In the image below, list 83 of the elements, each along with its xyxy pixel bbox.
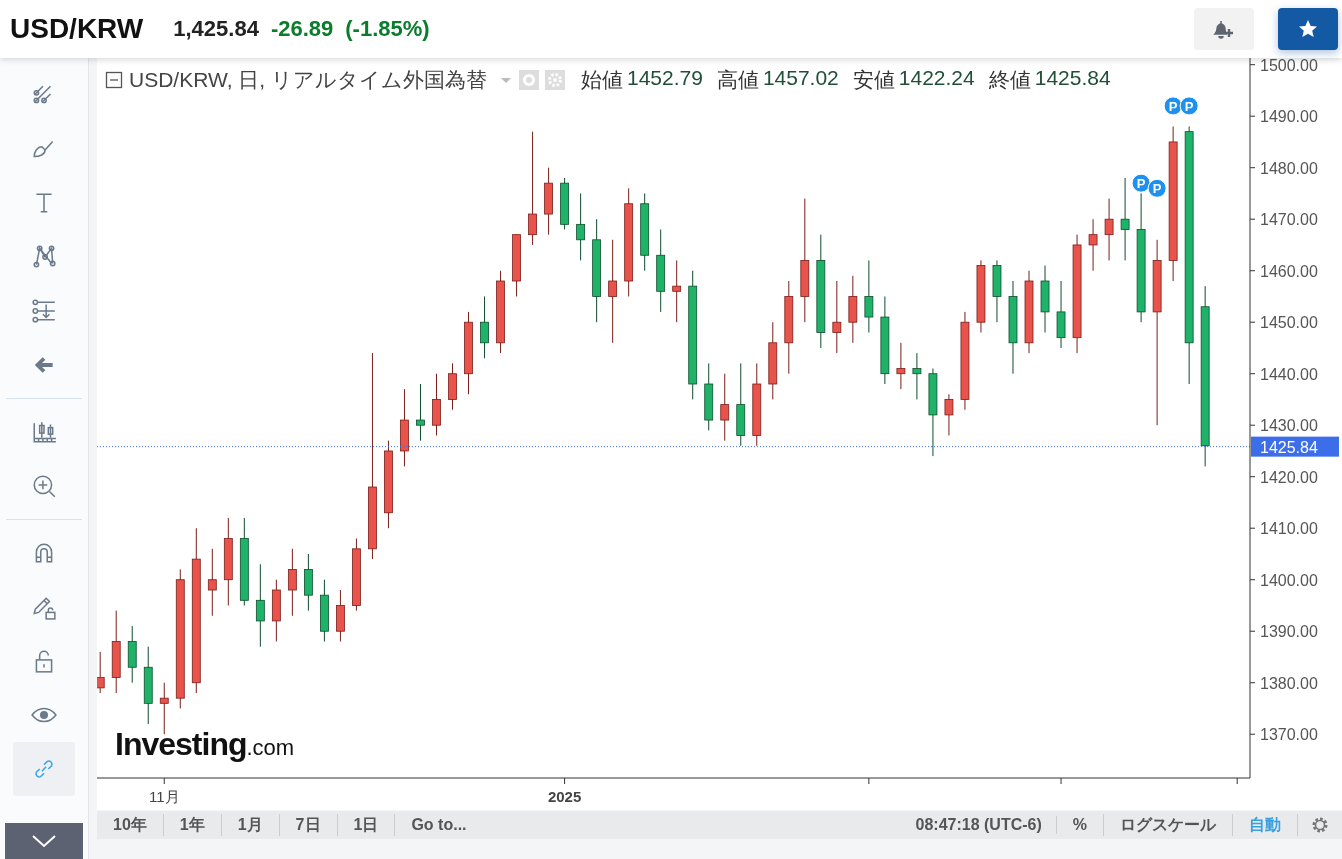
range-button[interactable]: 1年	[163, 814, 222, 836]
candlestick	[271, 579, 281, 642]
candlestick	[672, 259, 682, 323]
last-price-label: 1425.84	[1251, 436, 1339, 457]
axis-tick-label: 1410.00	[1260, 520, 1318, 538]
pattern-tool-icon	[31, 244, 57, 270]
ohlc-label: 終値	[988, 67, 1031, 93]
candlestick	[544, 167, 553, 236]
change-percent: (-1.85%)	[345, 16, 430, 42]
measure-tool-icon	[31, 298, 57, 324]
candlestick	[720, 373, 730, 442]
candlestick-ruler-icon	[31, 419, 57, 445]
candlestick	[576, 192, 585, 261]
price-value: 1,425.84	[173, 16, 259, 42]
candlestick	[207, 548, 217, 617]
axis-tick-label: 1400.00	[1260, 571, 1318, 589]
expand-toolbar-button[interactable]	[5, 823, 83, 859]
candlestick	[336, 589, 345, 642]
axis-tick-label: 2025	[547, 788, 582, 805]
axis-tick-label: 1490.00	[1260, 108, 1318, 126]
candlestick	[944, 393, 954, 436]
symbol-title: USD/KRW	[10, 13, 144, 45]
bell-plus-icon	[1213, 18, 1235, 40]
candlestick	[320, 579, 329, 642]
ohlc-value: 1422.24	[898, 66, 975, 91]
axis-tick-label: 1500.00	[1260, 58, 1318, 74]
event-marker[interactable]: P	[1179, 96, 1199, 116]
logo-wordmark: Investing	[115, 726, 247, 763]
axis-tick-label: 11月	[148, 788, 180, 805]
add-alert-button[interactable]	[1194, 8, 1254, 50]
candlestick	[127, 625, 137, 684]
axis-tick-label: 1450.00	[1260, 314, 1318, 332]
candlestick	[1056, 280, 1066, 349]
axis-tick-label: 1460.00	[1260, 262, 1318, 280]
candlestick	[480, 295, 489, 359]
candlestick	[704, 362, 714, 431]
ohlc-value: 1452.79	[626, 66, 703, 91]
chart-title: USD/KRW, 日, リアルタイム外国為替	[129, 67, 487, 93]
ohlc-label: 始値	[580, 67, 623, 93]
logo-suffix: .com	[246, 735, 295, 760]
axis-tick-label: 1390.00	[1260, 623, 1318, 641]
candlestick	[992, 259, 1002, 323]
axis-tick-label: 1440.00	[1260, 365, 1318, 383]
axis-tick-label: 1370.00	[1260, 726, 1318, 744]
candlestick	[304, 553, 313, 612]
candlestick	[848, 275, 858, 344]
favorite-button[interactable]	[1278, 8, 1338, 50]
axis-tick-label: 1470.00	[1260, 211, 1318, 229]
range-button[interactable]: 1月	[221, 814, 280, 836]
range-button[interactable]: 1日	[337, 814, 396, 836]
candlestick	[1104, 198, 1114, 261]
star-icon	[1298, 19, 1318, 39]
candlestick	[896, 342, 906, 390]
change-value: -26.89	[270, 16, 334, 42]
scale-option-button[interactable]: ログスケール	[1104, 814, 1233, 836]
range-button[interactable]: 7日	[279, 814, 338, 836]
candlestick	[512, 234, 521, 297]
axis-tick-label: 1480.00	[1260, 159, 1318, 177]
settings-icon	[1310, 815, 1330, 835]
candlestick	[1040, 265, 1050, 333]
clock-time: 08:47:18 (UTC-6)	[901, 816, 1057, 834]
candlestick	[287, 548, 297, 617]
scale-option-button[interactable]: %	[1056, 814, 1104, 836]
axis-tick-label: 1430.00	[1260, 417, 1318, 435]
candlestick	[97, 651, 105, 694]
axis-tick-label: 1420.00	[1260, 468, 1318, 486]
zoom-in-icon	[31, 473, 57, 499]
ohlc-value: 1425.84	[1034, 66, 1111, 91]
candlestick	[560, 177, 569, 230]
chevron-down-icon	[31, 834, 57, 848]
ohlc-label: 安値	[852, 67, 895, 93]
candlestick	[448, 362, 457, 411]
ohlc-value: 1457.02	[762, 66, 839, 91]
range-button[interactable]: Go to...	[395, 814, 483, 836]
candlestick	[416, 383, 425, 442]
candlestick	[1088, 218, 1098, 272]
ohlc-label: 高値	[716, 67, 759, 93]
range-button[interactable]: 10年	[97, 814, 164, 836]
axis-tick-label: 1380.00	[1260, 674, 1318, 692]
event-marker[interactable]: P	[1147, 178, 1167, 198]
collapse-icon[interactable]	[105, 71, 123, 89]
candlestick	[432, 373, 441, 436]
candlestick	[912, 352, 922, 400]
